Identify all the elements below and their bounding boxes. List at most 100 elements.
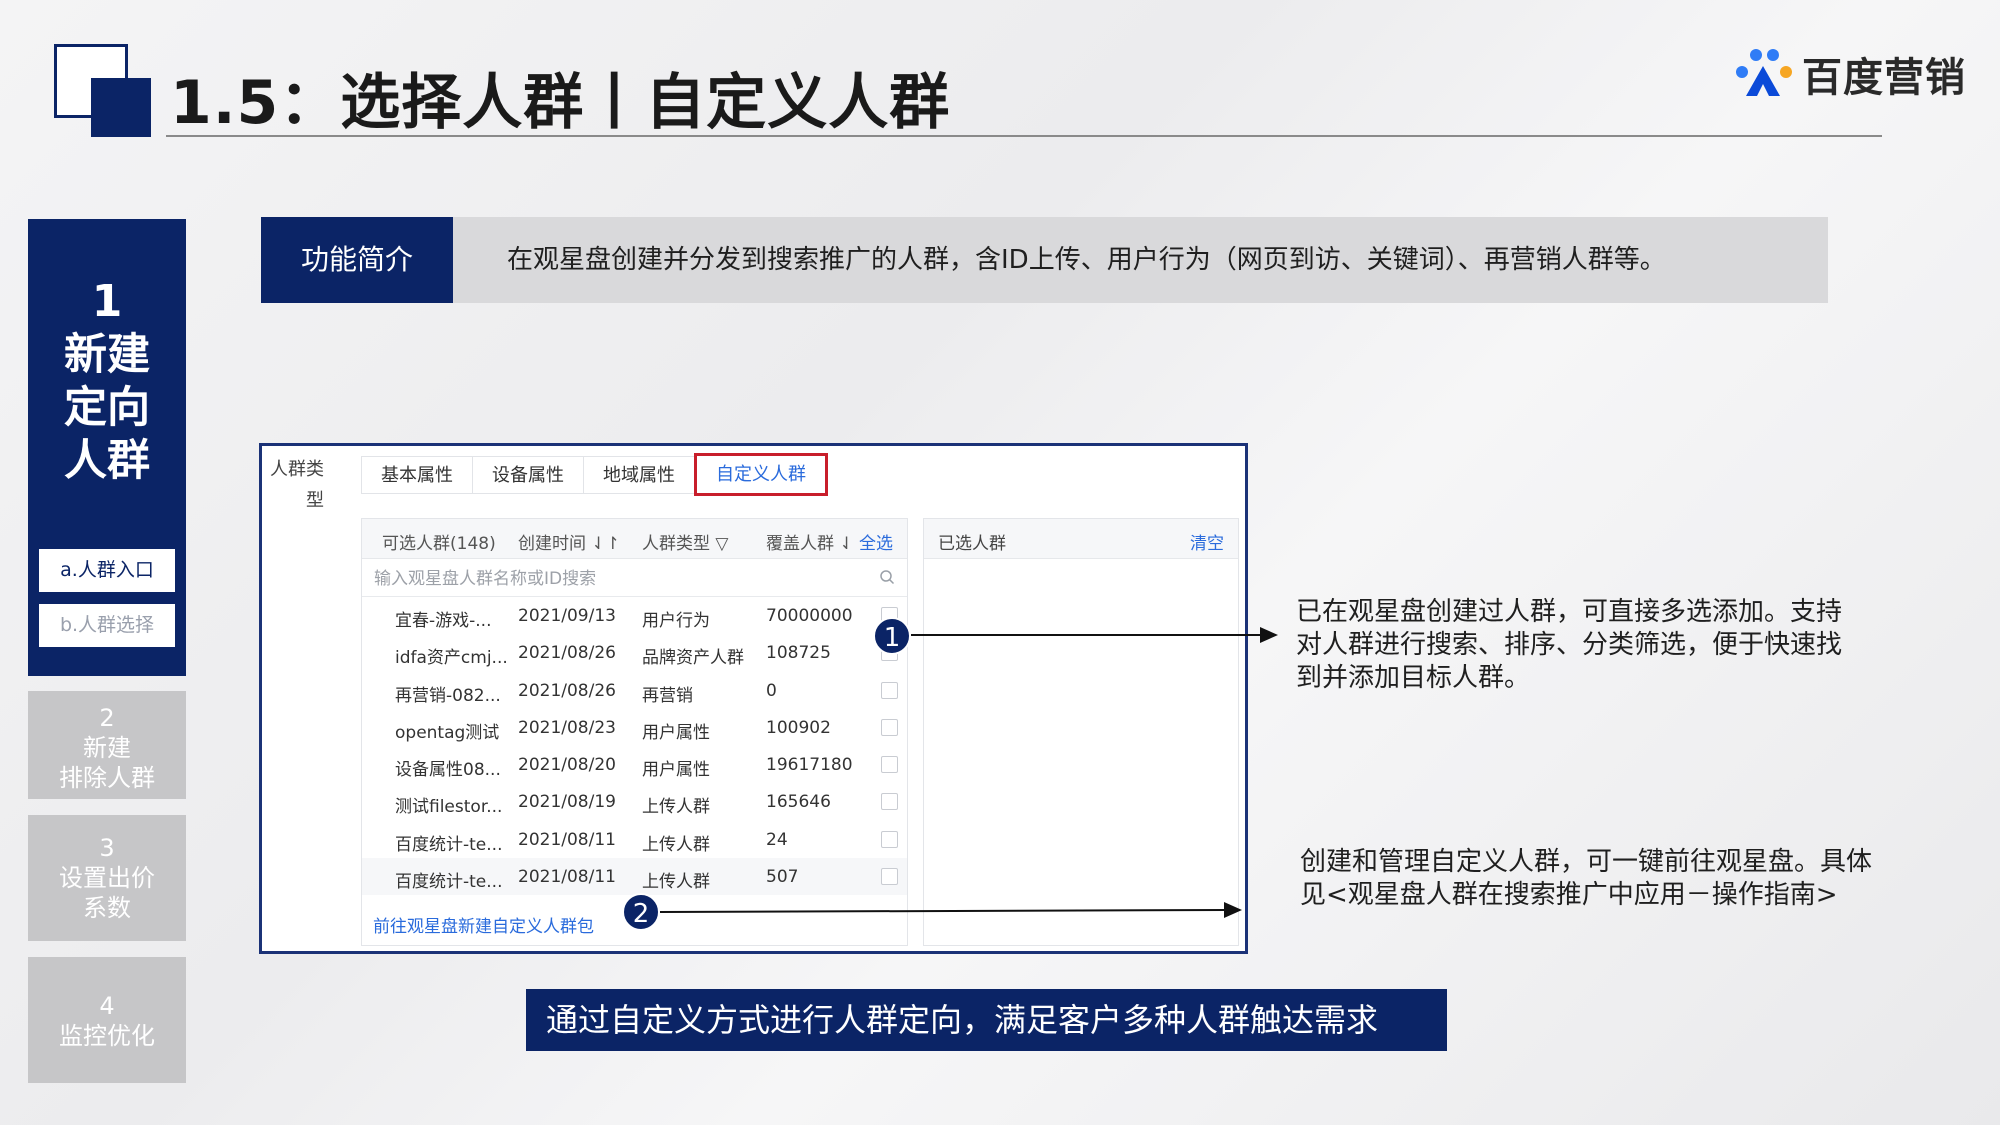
table-row[interactable]: 测试filestor... 2021/08/19 上传人群 165646	[362, 783, 907, 820]
step-3-line: 设置出价	[59, 864, 155, 892]
coverage-count: 100902	[766, 717, 831, 738]
list-header: 可选人群(148) 创建时间 ⇃↾ 人群类型 ▽ 覆盖人群 ⇃ 全选	[362, 519, 907, 559]
table-row[interactable]: 设备属性08... 2021/08/20 用户属性 19617180	[362, 746, 907, 783]
step-2-number: 2	[99, 704, 115, 732]
feature-intro-text: 在观星盘创建并分发到搜索推广的人群，含ID上传、用户行为（网页到访、关键词）、再…	[507, 245, 1666, 275]
coverage-count: 19617180	[766, 755, 853, 776]
audience-type: 用户属性	[642, 722, 710, 743]
available-audience-list: 可选人群(148) 创建时间 ⇃↾ 人群类型 ▽ 覆盖人群 ⇃ 全选 宜春-游戏…	[361, 518, 908, 946]
summary-banner: 通过自定义方式进行人群定向，满足客户多种人群触达需求	[526, 989, 1447, 1051]
coverage-count: 24	[766, 829, 788, 850]
table-row[interactable]: idfa资产cmj... 2021/08/26 品牌资产人群 108725	[362, 634, 907, 671]
audience-rows: 宜春-游戏-... 2021/09/13 用户行为 70000000 idfa资…	[362, 597, 907, 896]
audience-name: idfa资产cmj...	[395, 648, 508, 669]
header-audience-type-filter[interactable]: 人群类型 ▽	[642, 529, 728, 554]
feature-intro-bar: 功能简介 在观星盘创建并分发到搜索推广的人群，含ID上传、用户行为（网页到访、关…	[261, 217, 1828, 303]
step-1-number: 1	[91, 276, 123, 327]
tab-basic-attributes[interactable]: 基本属性	[361, 456, 472, 494]
selected-list-header: 已选人群 清空	[924, 519, 1238, 559]
table-row[interactable]: 百度统计-te... 2021/08/11 上传人群 507	[362, 858, 907, 896]
coverage-count: 108725	[766, 643, 831, 664]
audience-selector-panel: 人群类 型 基本属性 设备属性 地域属性 自定义人群 可选人群(148) 创建时…	[259, 443, 1248, 954]
audience-type: 再营销	[642, 685, 693, 706]
step-3[interactable]: 3 设置出价 系数	[28, 815, 186, 941]
step-2-line: 新建	[83, 734, 131, 762]
step-2-line: 排除人群	[59, 764, 155, 792]
search-icon[interactable]	[879, 569, 895, 585]
audience-type: 上传人群	[642, 797, 710, 818]
coverage-count: 70000000	[766, 606, 853, 626]
audience-type: 品牌资产人群	[642, 648, 744, 669]
callout-badge-1: 1	[873, 617, 911, 655]
create-custom-audience-link[interactable]: 前往观星盘新建自定义人群包	[373, 912, 594, 937]
created-date: 2021/08/26	[518, 643, 616, 664]
step-1-line: 新建	[64, 330, 150, 380]
created-date: 2021/08/11	[518, 829, 616, 850]
brand-logo: 百度营销	[1732, 44, 1966, 104]
arrow-head	[1260, 627, 1278, 643]
table-row[interactable]: 宜春-游戏-... 2021/09/13 用户行为 70000000	[362, 597, 907, 634]
audience-name: 百度统计-te...	[395, 834, 503, 855]
audience-name: 测试filestor...	[395, 797, 503, 818]
audience-name: 再营销-082...	[395, 685, 501, 706]
created-date: 2021/08/19	[518, 792, 616, 813]
audience-name: 设备属性08...	[395, 760, 501, 781]
feature-intro-label: 功能简介	[261, 217, 453, 303]
audience-type: 用户属性	[642, 760, 710, 781]
baidu-marketing-icon	[1736, 49, 1792, 96]
row-checkbox[interactable]	[881, 681, 898, 699]
filled-square	[91, 78, 151, 137]
created-date: 2021/08/11	[518, 867, 616, 888]
coverage-count: 0	[766, 680, 777, 701]
audience-type: 上传人群	[642, 872, 710, 893]
header-available-count: 可选人群(148)	[382, 534, 496, 554]
step-4-line: 监控优化	[59, 1022, 155, 1050]
step-2[interactable]: 2 新建 排除人群	[28, 691, 186, 799]
audience-type-label: 人群类	[270, 459, 324, 480]
created-date: 2021/08/23	[518, 717, 616, 738]
audience-type: 用户行为	[642, 611, 710, 631]
step-3-line: 系数	[83, 894, 131, 922]
table-row[interactable]: opentag测试 2021/08/23 用户属性 100902	[362, 709, 907, 746]
row-checkbox[interactable]	[881, 830, 898, 848]
callout-note-1: 已在观星盘创建过人群，可直接多选添加。支持对人群进行搜索、排序、分类筛选，便于快…	[1296, 597, 1843, 693]
step-1-line: 人群	[64, 436, 150, 486]
row-checkbox[interactable]	[881, 718, 898, 736]
tab-device-attributes[interactable]: 设备属性	[472, 456, 583, 494]
step-4[interactable]: 4 监控优化	[28, 957, 186, 1083]
step-1-label: 新建 定向 人群	[28, 329, 186, 488]
coverage-count: 165646	[766, 792, 831, 813]
audience-name: 百度统计-te...	[395, 872, 503, 893]
created-date: 2021/08/20	[518, 755, 616, 776]
audience-search-input[interactable]	[374, 567, 874, 591]
coverage-count: 507	[766, 867, 799, 888]
step-1-active[interactable]: 1 新建 定向 人群 a.人群入口 b.人群选择	[28, 219, 186, 676]
clear-selection-link[interactable]: 清空	[1190, 529, 1224, 554]
created-date: 2021/09/13	[518, 606, 616, 626]
table-row[interactable]: 百度统计-te... 2021/08/11 上传人群 24	[362, 821, 907, 858]
selected-audience-title: 已选人群	[938, 534, 1006, 554]
row-checkbox[interactable]	[881, 868, 898, 886]
tab-custom-audience[interactable]: 自定义人群	[694, 453, 828, 496]
audience-type-label-cont: 型	[306, 490, 324, 511]
step-3-number: 3	[99, 834, 115, 862]
row-checkbox[interactable]	[881, 756, 898, 774]
header-created-time-sort[interactable]: 创建时间 ⇃↾	[518, 529, 620, 554]
brand-text: 百度营销	[1802, 55, 1966, 101]
header-coverage-sort[interactable]: 覆盖人群 ⇃	[766, 529, 854, 554]
audience-name: opentag测试	[395, 722, 500, 743]
audience-search	[362, 559, 907, 597]
table-row[interactable]: 再营销-082... 2021/08/26 再营销 0	[362, 672, 907, 709]
sub-step-audience-entry[interactable]: a.人群入口	[39, 549, 175, 592]
sub-step-audience-selection[interactable]: b.人群选择	[39, 604, 175, 647]
tab-region-attributes[interactable]: 地域属性	[583, 456, 694, 494]
row-checkbox[interactable]	[881, 793, 898, 811]
title-divider	[166, 135, 1882, 137]
callout-badge-2: 2	[622, 893, 660, 931]
selected-audience-list: 已选人群 清空	[923, 518, 1239, 946]
step-4-number: 4	[99, 992, 115, 1020]
created-date: 2021/08/26	[518, 680, 616, 701]
audience-tabs: 基本属性 设备属性 地域属性 自定义人群	[361, 453, 828, 496]
audience-type: 上传人群	[642, 834, 710, 855]
select-all-link[interactable]: 全选	[859, 529, 893, 554]
